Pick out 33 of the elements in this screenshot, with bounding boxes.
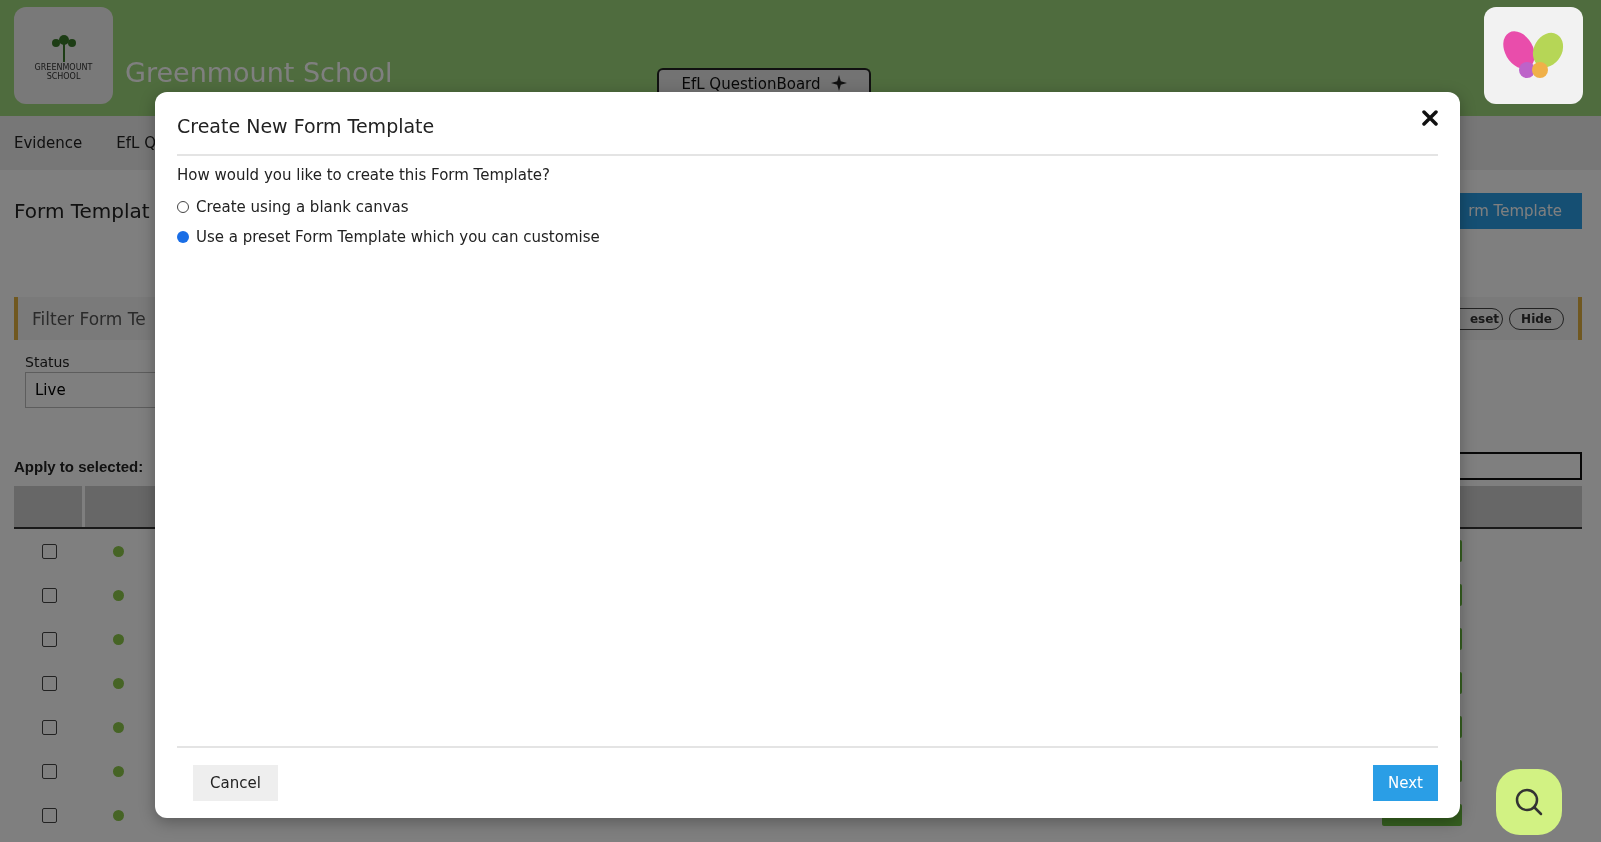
dialog-title: Create New Form Template <box>177 114 435 137</box>
page-title: Form Templat <box>14 199 150 223</box>
row-checkbox[interactable] <box>42 543 57 559</box>
status-dot <box>113 721 124 733</box>
status-label: Status <box>25 354 71 370</box>
status-dot <box>113 589 124 601</box>
option-radio[interactable] <box>177 201 189 213</box>
apply-label: Apply to selected: <box>14 457 144 475</box>
row-checkbox[interactable] <box>42 763 57 779</box>
row-checkbox[interactable] <box>42 587 57 603</box>
row-checkbox[interactable] <box>42 675 57 691</box>
dialog-question: How would you like to create this Form Template? <box>177 166 552 184</box>
option-label: Create using a blank canvas <box>196 198 409 216</box>
subnav-link[interactable]: EfL Q <box>116 134 156 152</box>
option-radio[interactable] <box>177 231 189 243</box>
row-checkbox[interactable] <box>42 807 57 823</box>
status-dot <box>113 765 124 777</box>
status-dot <box>113 809 124 821</box>
status-dot <box>113 633 124 645</box>
school-name: Greenmount School <box>125 57 394 88</box>
close-icon[interactable] <box>1422 110 1438 126</box>
option-label: Use a preset Form Template which you can customise <box>196 228 600 246</box>
filter-title: Filter Form Te <box>32 308 147 329</box>
next-button[interactable]: Next <box>1373 765 1438 801</box>
cancel-button[interactable]: Cancel <box>193 765 278 801</box>
status-dot <box>113 545 124 557</box>
status-dot <box>113 677 124 689</box>
sparkle-icon <box>830 75 847 91</box>
logo-caption: GREENMOUNT SCHOOL <box>33 63 94 82</box>
row-checkbox[interactable] <box>42 631 57 647</box>
row-checkbox[interactable] <box>42 719 57 735</box>
subnav-link[interactable]: Evidence <box>14 134 83 152</box>
search-icon[interactable] <box>1496 769 1562 835</box>
